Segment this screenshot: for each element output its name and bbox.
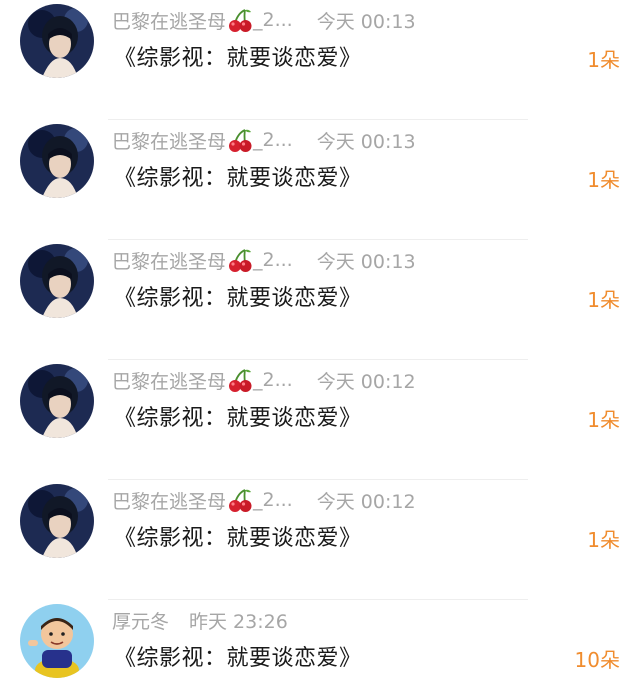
flower-count: 1朵: [587, 408, 620, 432]
timestamp: 昨天 23:26: [189, 610, 288, 633]
girl-avatar-icon: [20, 364, 94, 438]
cherry-icon: [229, 9, 252, 32]
user-name[interactable]: 巴黎在逃圣母: [112, 367, 226, 394]
cherry-icon: [229, 489, 252, 512]
gift-list: 巴黎在逃圣母 _2... 今天 00:13 《综影视：就要谈恋爱》 1朵 巴黎在…: [0, 0, 640, 683]
list-item[interactable]: 巴黎在逃圣母 _2... 今天 00:13 《综影视：就要谈恋爱》 1朵: [0, 0, 640, 120]
user-name[interactable]: 厚元冬: [112, 607, 169, 634]
timestamp: 今天 00:13: [316, 10, 416, 33]
cherry-icon: [229, 369, 252, 392]
book-title[interactable]: 《综影视：就要谈恋爱》: [114, 400, 362, 432]
list-item[interactable]: 厚元冬 昨天 23:26 《综影视：就要谈恋爱》 10朵: [0, 600, 640, 683]
flower-count: 1朵: [587, 48, 620, 72]
timestamp: 今天 00:13: [316, 250, 416, 273]
avatar[interactable]: [20, 604, 94, 678]
avatar[interactable]: [20, 124, 94, 198]
item-meta: 巴黎在逃圣母 _2... 今天 00:13: [112, 246, 416, 274]
item-meta: 巴黎在逃圣母 _2... 今天 00:13: [112, 126, 416, 154]
flower-count: 1朵: [587, 168, 620, 192]
user-name-suffix: _2...: [253, 249, 293, 271]
list-item[interactable]: 巴黎在逃圣母 _2... 今天 00:13 《综影视：就要谈恋爱》 1朵: [0, 120, 640, 240]
book-title[interactable]: 《综影视：就要谈恋爱》: [114, 520, 362, 552]
girl-avatar-icon: [20, 244, 94, 318]
flower-count: 1朵: [587, 528, 620, 552]
flower-count: 10朵: [574, 648, 620, 672]
list-item[interactable]: 巴黎在逃圣母 _2... 今天 00:12 《综影视：就要谈恋爱》 1朵: [0, 360, 640, 480]
book-title[interactable]: 《综影视：就要谈恋爱》: [114, 160, 362, 192]
item-meta: 巴黎在逃圣母 _2... 今天 00:12: [112, 366, 416, 394]
girl-avatar-icon: [20, 484, 94, 558]
girl-avatar-icon: [20, 124, 94, 198]
avatar[interactable]: [20, 364, 94, 438]
cartoon-avatar-icon: [20, 604, 94, 678]
timestamp: 今天 00:12: [316, 370, 416, 393]
list-item[interactable]: 巴黎在逃圣母 _2... 今天 00:13 《综影视：就要谈恋爱》 1朵: [0, 240, 640, 360]
timestamp: 今天 00:13: [316, 130, 416, 153]
user-name-suffix: _2...: [253, 489, 293, 511]
user-name-suffix: _2...: [253, 129, 293, 151]
user-name[interactable]: 巴黎在逃圣母: [112, 7, 226, 34]
item-meta: 厚元冬 昨天 23:26: [112, 606, 288, 634]
book-title[interactable]: 《综影视：就要谈恋爱》: [114, 40, 362, 72]
user-name[interactable]: 巴黎在逃圣母: [112, 247, 226, 274]
user-name[interactable]: 巴黎在逃圣母: [112, 487, 226, 514]
avatar[interactable]: [20, 484, 94, 558]
flower-count: 1朵: [587, 288, 620, 312]
user-name-suffix: _2...: [253, 369, 293, 391]
cherry-icon: [229, 129, 252, 152]
user-name-suffix: _2...: [253, 9, 293, 31]
list-item[interactable]: 巴黎在逃圣母 _2... 今天 00:12 《综影视：就要谈恋爱》 1朵: [0, 480, 640, 600]
girl-avatar-icon: [20, 4, 94, 78]
avatar[interactable]: [20, 4, 94, 78]
item-meta: 巴黎在逃圣母 _2... 今天 00:13: [112, 6, 416, 34]
item-meta: 巴黎在逃圣母 _2... 今天 00:12: [112, 486, 416, 514]
book-title[interactable]: 《综影视：就要谈恋爱》: [114, 640, 362, 672]
avatar[interactable]: [20, 244, 94, 318]
cherry-icon: [229, 249, 252, 272]
timestamp: 今天 00:12: [316, 490, 416, 513]
book-title[interactable]: 《综影视：就要谈恋爱》: [114, 280, 362, 312]
user-name[interactable]: 巴黎在逃圣母: [112, 127, 226, 154]
